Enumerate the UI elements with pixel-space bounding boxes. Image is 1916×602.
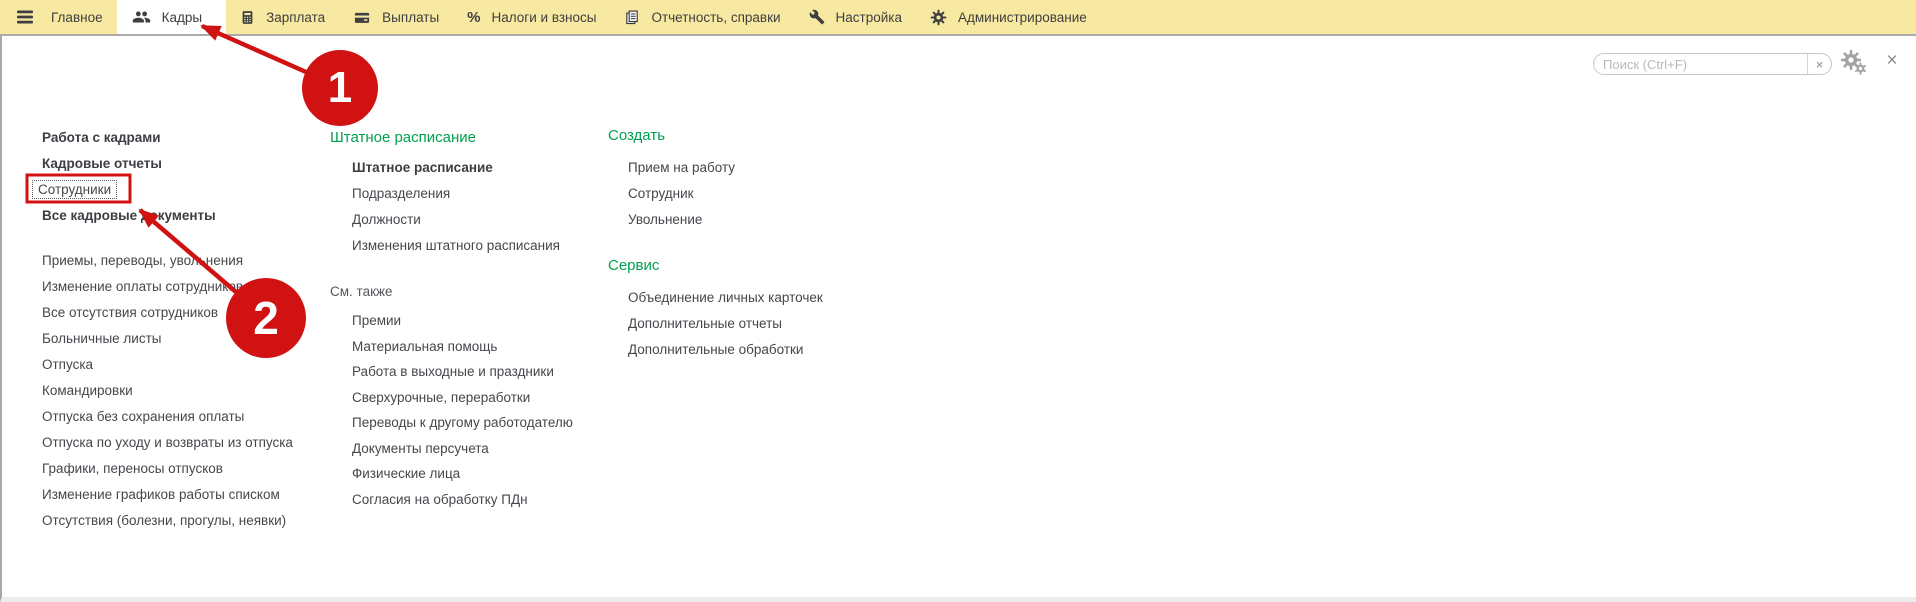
people-icon <box>132 9 151 25</box>
tab-label: Администрирование <box>958 10 1087 25</box>
clear-search-icon[interactable]: × <box>1808 57 1831 72</box>
wallet-card-icon <box>353 10 371 25</box>
link-dolzhnosti[interactable]: Должности <box>352 206 573 232</box>
tab-nalogi[interactable]: % Налоги и взносы <box>453 0 610 34</box>
link-dopolnitelnye-otchety[interactable]: Дополнительные отчеты <box>628 310 823 336</box>
tab-nastroyka[interactable]: Настройка <box>795 0 916 34</box>
tab-label: Главное <box>51 10 103 25</box>
link-izmenenie-grafikov[interactable]: Изменение графиков работы списком <box>42 481 293 507</box>
left-column: Работа с кадрами Кадровые отчеты Сотрудн… <box>42 124 293 533</box>
percent-icon: % <box>467 9 480 26</box>
middle-column: Штатное расписание Штатное расписание По… <box>330 124 573 512</box>
link-rabota-v-vyhodnye[interactable]: Работа в выходные и праздники <box>352 359 573 385</box>
link-otpuska-bez-sohraneniya[interactable]: Отпуска без сохранения оплаты <box>42 403 293 429</box>
tab-label: Настройка <box>836 10 902 25</box>
section-header-servis: Сервис <box>608 252 823 278</box>
link-grafiki-perenosy[interactable]: Графики, переносы отпусков <box>42 455 293 481</box>
link-otpuska[interactable]: Отпуска <box>42 351 293 377</box>
link-izmeneniya-shtatnogo[interactable]: Изменения штатного расписания <box>352 232 573 258</box>
link-soglasiya-pdn[interactable]: Согласия на обработку ПДн <box>352 487 573 513</box>
right-column: Создать Прием на работу Сотрудник Увольн… <box>608 122 823 362</box>
gear-icon <box>930 9 947 26</box>
link-premii[interactable]: Премии <box>352 308 573 334</box>
tab-label: Отчетность, справки <box>651 10 780 25</box>
link-bolnichnye-listy[interactable]: Больничные листы <box>42 325 293 351</box>
tab-glavnoe[interactable]: Главное <box>37 0 117 34</box>
link-komandirovki[interactable]: Командировки <box>42 377 293 403</box>
link-sverhurochnye[interactable]: Сверхурочные, переработки <box>352 385 573 411</box>
link-rabota-s-kadrami[interactable]: Работа с кадрами <box>42 124 293 150</box>
tab-zarplata[interactable]: Зарплата <box>226 0 339 34</box>
link-priem-na-rabotu[interactable]: Прием на работу <box>628 154 823 180</box>
calculator-icon <box>240 9 255 26</box>
link-sotrudniki[interactable]: Сотрудники <box>32 180 117 199</box>
tab-label: Выплаты <box>382 10 439 25</box>
link-vse-kadrovye-dokumenty[interactable]: Все кадровые документы <box>42 202 293 228</box>
link-podrazdeleniya[interactable]: Подразделения <box>352 180 573 206</box>
search-input[interactable]: Поиск (Ctrl+F) × <box>1593 53 1832 75</box>
link-shtatnoe-raspisanie[interactable]: Штатное расписание <box>352 154 573 180</box>
tab-label: Зарплата <box>266 10 325 25</box>
link-fizicheskie-litsa[interactable]: Физические лица <box>352 461 573 487</box>
see-also-label: См. также <box>330 278 573 304</box>
wrench-icon <box>809 9 825 25</box>
link-otpuska-po-uhodu[interactable]: Отпуска по уходу и возвраты из отпуска <box>42 429 293 455</box>
section-header-sozdat: Создать <box>608 122 823 148</box>
hamburger-icon <box>17 10 33 24</box>
link-sotrudnik[interactable]: Сотрудник <box>628 180 823 206</box>
link-vse-otsutstviya[interactable]: Все отсутствия сотрудников <box>42 299 293 325</box>
main-menu-button[interactable] <box>17 0 33 34</box>
tab-kadry[interactable]: Кадры <box>117 0 226 34</box>
tab-label: Налоги и взносы <box>492 10 597 25</box>
link-dokumenty-persucheta[interactable]: Документы персучета <box>352 436 573 462</box>
link-materialnaya-pomosch[interactable]: Материальная помощь <box>352 334 573 360</box>
link-priemy-perevody[interactable]: Приемы, переводы, увольнения <box>42 247 293 273</box>
link-kadrovye-otchety[interactable]: Кадровые отчеты <box>42 150 293 176</box>
close-panel-button[interactable]: × <box>1882 50 1902 72</box>
report-pages-icon <box>624 9 640 26</box>
link-otsutstviya-bolezni[interactable]: Отсутствия (болезни, прогулы, неявки) <box>42 507 293 533</box>
link-obedinenie-kartochek[interactable]: Объединение личных карточек <box>628 284 823 310</box>
section-header-shtatnoe-raspisanie: Штатное расписание <box>330 124 573 150</box>
link-izmenenie-oplaty[interactable]: Изменение оплаты сотрудников <box>42 273 293 299</box>
tab-vyplaty[interactable]: Выплаты <box>339 0 453 34</box>
link-dopolnitelnye-obrabotki[interactable]: Дополнительные обработки <box>628 336 823 362</box>
main-menu-bar: Главное Кадры Зарплата Выплаты % Налоги <box>0 0 1916 36</box>
tab-administrirovanie[interactable]: Администрирование <box>916 0 1101 34</box>
tab-otchetnost[interactable]: Отчетность, справки <box>610 0 794 34</box>
panel-settings-button[interactable] <box>1840 49 1872 79</box>
gear-small-icon <box>1854 62 1867 75</box>
link-uvolnenie[interactable]: Увольнение <box>628 206 823 232</box>
search-placeholder: Поиск (Ctrl+F) <box>1594 57 1807 72</box>
tab-label: Кадры <box>162 10 202 25</box>
link-sotrudniki-row: Сотрудники <box>42 176 293 202</box>
link-perevody-k-drugomu[interactable]: Переводы к другому работодателю <box>352 410 573 436</box>
